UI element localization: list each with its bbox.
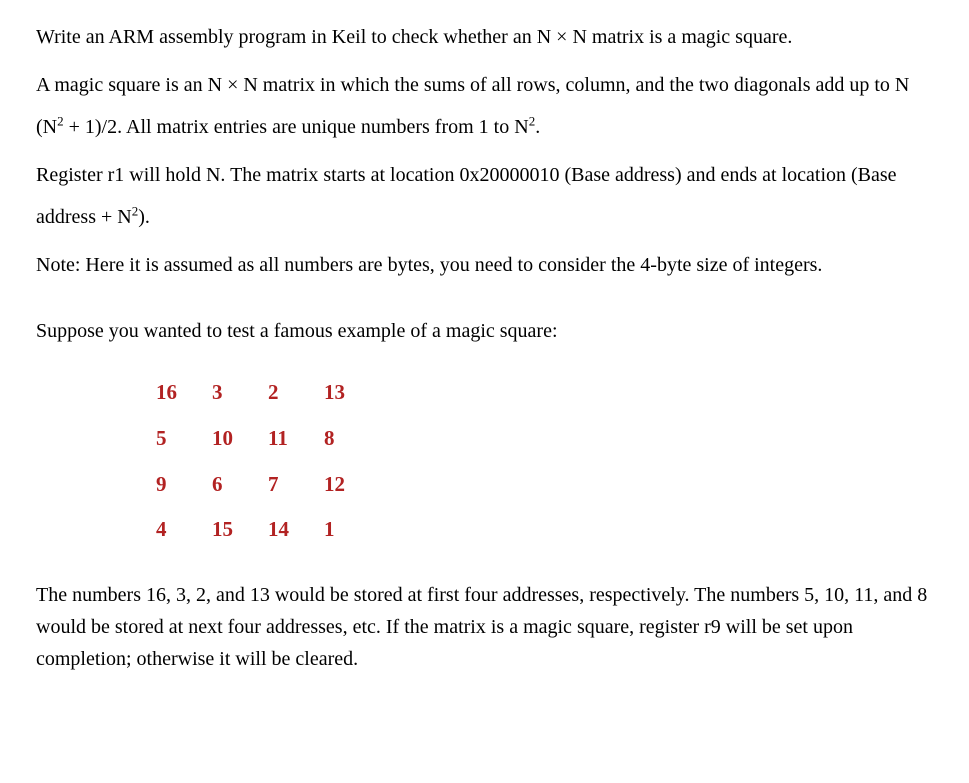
matrix-cell: 10 bbox=[212, 416, 268, 462]
matrix-cell: 11 bbox=[268, 416, 324, 462]
text-segment: + 1)/2. All matrix entries are unique nu… bbox=[64, 116, 529, 138]
table-row: 5 10 11 8 bbox=[156, 416, 380, 462]
matrix-cell: 9 bbox=[156, 462, 212, 508]
paragraph-intro: Write an ARM assembly program in Keil to… bbox=[36, 16, 941, 58]
paragraph-definition: A magic square is an N × N matrix in whi… bbox=[36, 64, 941, 148]
paragraph-register: Register r1 will hold N. The matrix star… bbox=[36, 154, 941, 238]
matrix-cell: 16 bbox=[156, 370, 212, 416]
spacer bbox=[36, 292, 941, 310]
text-segment: ). bbox=[138, 206, 150, 228]
text-segment: Register r1 will hold N. The matrix star… bbox=[36, 164, 897, 228]
matrix-cell: 12 bbox=[324, 462, 380, 508]
document-page: Write an ARM assembly program in Keil to… bbox=[0, 0, 969, 697]
text-segment: . bbox=[535, 116, 540, 138]
matrix-cell: 15 bbox=[212, 507, 268, 553]
matrix-cell: 7 bbox=[268, 462, 324, 508]
matrix-cell: 14 bbox=[268, 507, 324, 553]
matrix-cell: 13 bbox=[324, 370, 380, 416]
matrix-cell: 6 bbox=[212, 462, 268, 508]
matrix-cell: 1 bbox=[324, 507, 380, 553]
matrix-cell: 8 bbox=[324, 416, 380, 462]
matrix-cell: 2 bbox=[268, 370, 324, 416]
matrix-cell: 5 bbox=[156, 416, 212, 462]
table-row: 9 6 7 12 bbox=[156, 462, 380, 508]
table-row: 16 3 2 13 bbox=[156, 370, 380, 416]
paragraph-closing: The numbers 16, 3, 2, and 13 would be st… bbox=[36, 579, 941, 675]
paragraph-note: Note: Here it is assumed as all numbers … bbox=[36, 244, 941, 286]
magic-square-matrix: 16 3 2 13 5 10 11 8 9 6 7 12 4 15 14 1 bbox=[156, 370, 380, 553]
paragraph-example-intro: Suppose you wanted to test a famous exam… bbox=[36, 310, 941, 352]
matrix-cell: 4 bbox=[156, 507, 212, 553]
matrix-cell: 3 bbox=[212, 370, 268, 416]
table-row: 4 15 14 1 bbox=[156, 507, 380, 553]
